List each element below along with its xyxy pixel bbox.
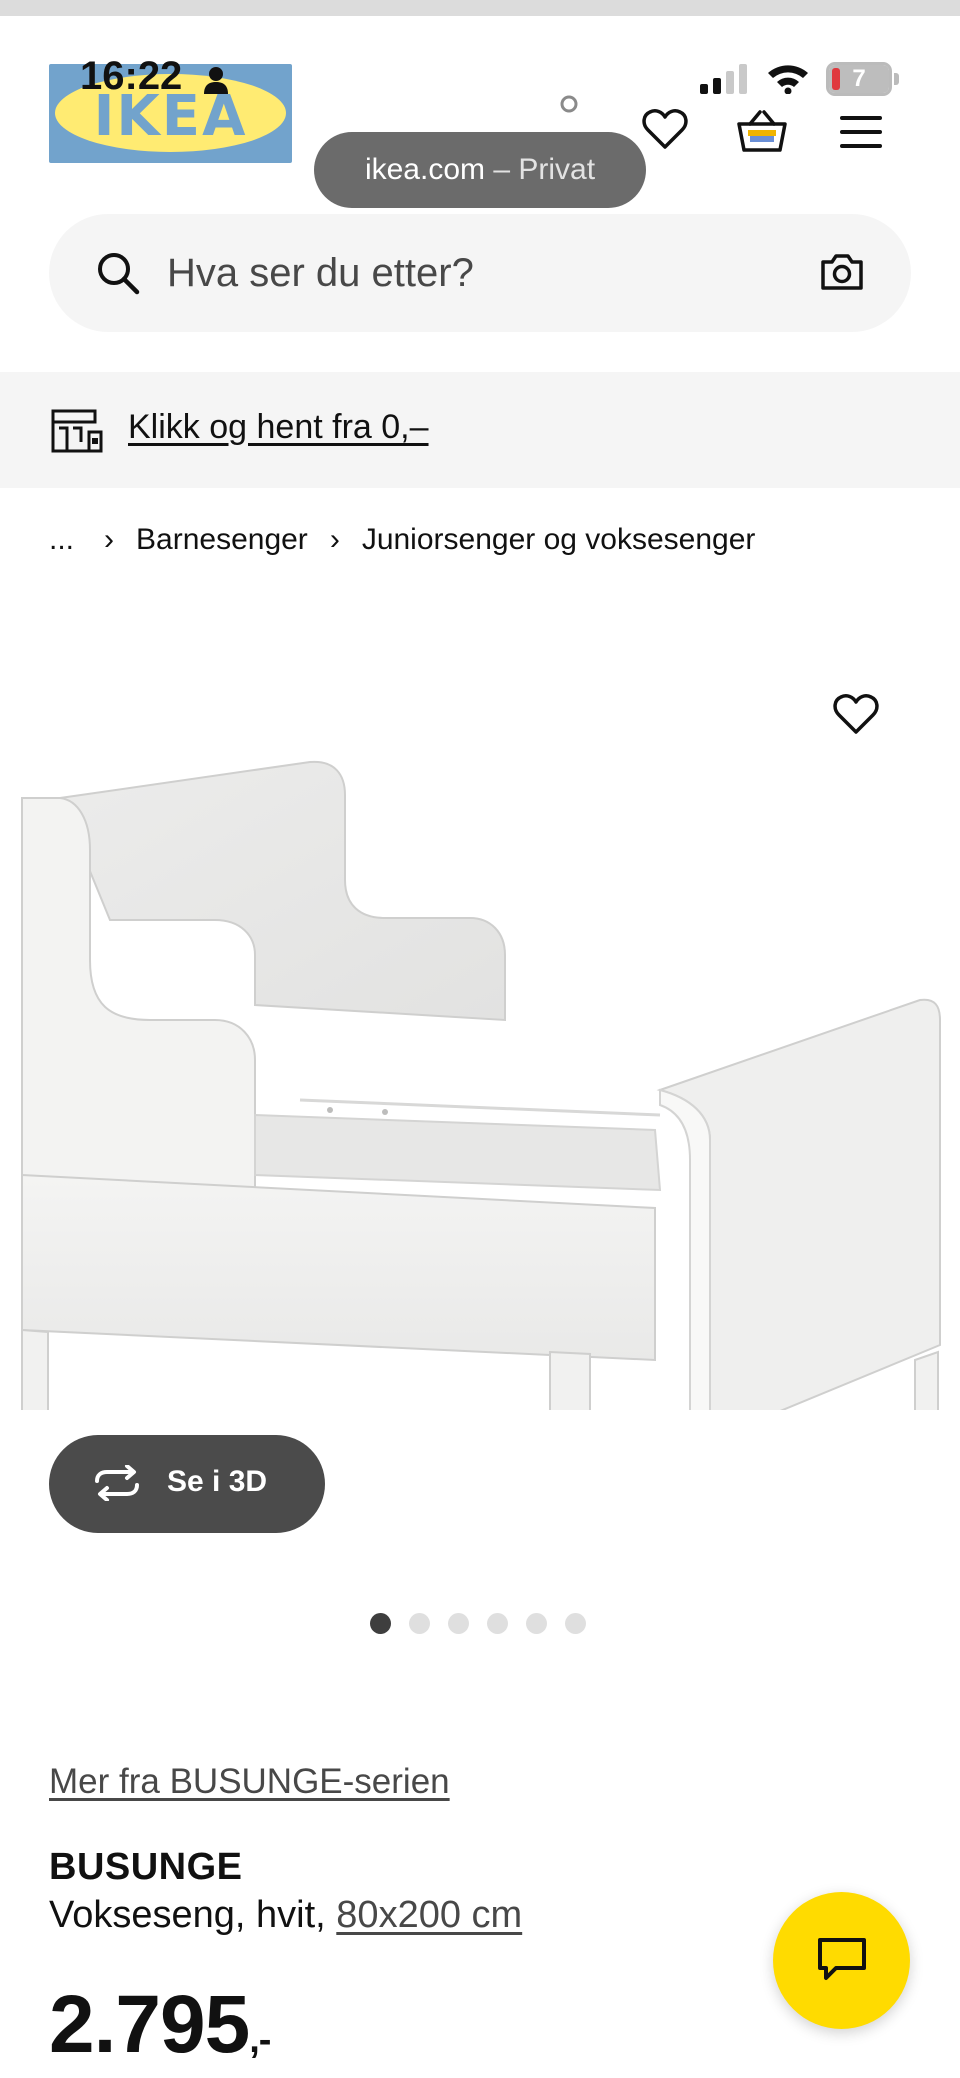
breadcrumb-separator-icon: › — [104, 523, 115, 556]
gallery-dot[interactable] — [409, 1613, 430, 1634]
breadcrumb-item-barnesenger[interactable]: Barnesenger — [136, 523, 308, 557]
wifi-icon — [768, 65, 808, 94]
search-input[interactable] — [167, 244, 727, 302]
product-size-link[interactable]: 80x200 cm — [336, 1894, 522, 1936]
breadcrumb-separator-icon: › — [329, 523, 340, 556]
product-image-bed[interactable] — [0, 720, 960, 1410]
view-in-3d-label: Se i 3D — [167, 1465, 268, 1498]
browser-top-strip — [0, 0, 960, 16]
gallery-dot[interactable] — [487, 1613, 508, 1634]
account-icon[interactable] — [553, 94, 585, 122]
product-gallery[interactable]: Se i 3D — [0, 620, 960, 1640]
price-value: 2.795 — [49, 1979, 250, 2070]
product-description: Vokseseng, hvit, 80x200 cm — [49, 1894, 522, 1937]
search-bar[interactable] — [49, 214, 911, 332]
store-icon — [51, 409, 103, 453]
cellular-signal-icon — [700, 64, 747, 94]
chat-icon — [818, 1938, 866, 1980]
basket-icon[interactable] — [736, 110, 788, 154]
series-link[interactable]: Mer fra BUSUNGE-serien — [49, 1762, 450, 1802]
click-and-collect-bar: Klikk og hent fra 0,– — [0, 372, 960, 488]
rotate-3d-icon — [95, 1465, 139, 1501]
status-time: 16:22 — [80, 54, 183, 98]
battery-fill — [832, 68, 840, 90]
camera-icon[interactable] — [819, 252, 865, 292]
price-suffix: ,- — [249, 2019, 271, 2061]
search-icon[interactable] — [95, 250, 141, 296]
product-description-text: Vokseseng, hvit, — [49, 1894, 326, 1936]
heart-icon[interactable] — [642, 108, 688, 150]
product-name: BUSUNGE — [49, 1846, 243, 1888]
menu-icon[interactable] — [840, 116, 882, 148]
gallery-pagination — [370, 1613, 586, 1634]
gallery-dot[interactable] — [370, 1613, 391, 1634]
view-in-3d-button[interactable]: Se i 3D — [49, 1435, 325, 1533]
breadcrumb: ... › Barnesenger › Juniorsenger og voks… — [49, 520, 755, 560]
chat-button[interactable] — [773, 1892, 910, 2029]
battery-indicator: 7 — [826, 62, 892, 96]
person-icon — [204, 67, 228, 94]
breadcrumb-item-juniorsenger[interactable]: Juniorsenger og voksesenger — [362, 523, 756, 557]
url-private-mode: – Privat — [485, 153, 596, 186]
url-pill[interactable]: ikea.com – Privat — [314, 132, 646, 208]
site-header: IKEA 16:22 7 ikea.com – Privat — [0, 16, 960, 208]
gallery-dot[interactable] — [526, 1613, 547, 1634]
product-price: 2.795,- — [49, 1978, 271, 2072]
gallery-dot[interactable] — [448, 1613, 469, 1634]
url-domain: ikea.com — [364, 153, 485, 186]
gallery-dot[interactable] — [565, 1613, 586, 1634]
battery-tip — [894, 73, 899, 85]
breadcrumb-ellipsis[interactable]: ... — [49, 523, 74, 557]
click-and-collect-link[interactable]: Klikk og hent fra 0,– — [128, 408, 429, 447]
